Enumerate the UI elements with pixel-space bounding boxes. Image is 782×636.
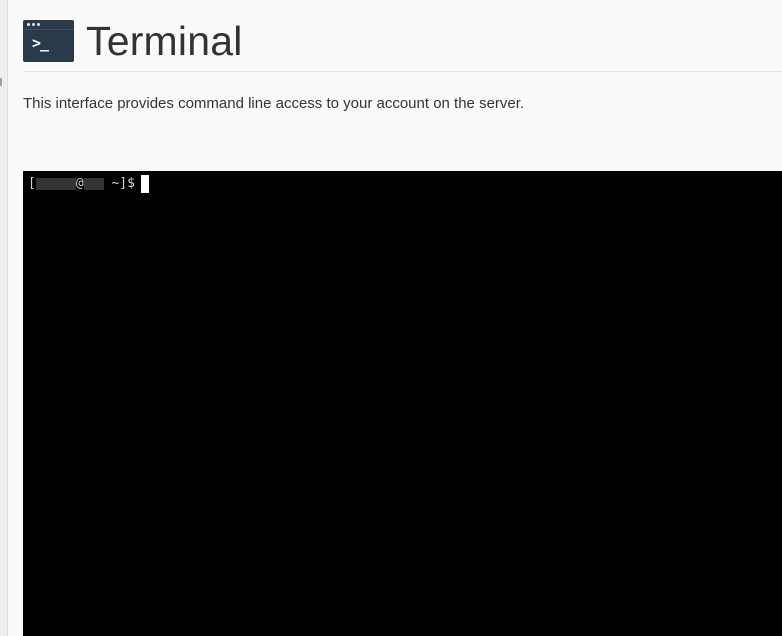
window-dot-icon (32, 23, 35, 26)
page-title: Terminal (86, 18, 243, 64)
header-divider (23, 71, 782, 72)
prompt-symbol: $ (127, 176, 135, 191)
window-dot-icon (27, 23, 30, 26)
left-sidebar-edge (0, 0, 8, 636)
terminal-console[interactable]: [ @ ~] $ (23, 171, 782, 636)
terminal-cursor (140, 174, 149, 193)
sidebar-toggle-marker[interactable] (0, 78, 2, 86)
terminal-icon-titlebar (23, 20, 74, 30)
page-description: This interface provides command line acc… (23, 95, 525, 112)
prompt-glyph-icon: >_ (32, 34, 49, 52)
terminal-prompt-line: [ @ ~] $ (28, 174, 777, 193)
redacted-username (35, 177, 76, 190)
terminal-app-icon: >_ (23, 20, 74, 62)
page-header: >_ Terminal (23, 12, 782, 70)
prompt-directory: ~] (103, 176, 128, 191)
window-dot-icon (37, 23, 40, 26)
redacted-hostname (83, 177, 104, 190)
prompt-open-bracket: [ (28, 176, 36, 191)
prompt-at-sign: @ (75, 176, 84, 191)
